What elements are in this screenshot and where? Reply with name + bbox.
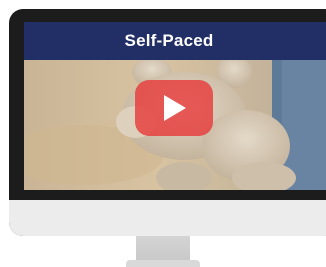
monitor-chin	[9, 200, 326, 236]
play-button[interactable]	[135, 80, 213, 136]
monitor-stand-base	[126, 260, 200, 267]
video-player[interactable]	[24, 60, 326, 190]
play-icon	[164, 95, 186, 121]
monitor-stand-neck	[136, 236, 190, 262]
video-title: Self-Paced	[124, 31, 214, 50]
title-bar: Self-Paced	[24, 22, 326, 60]
monitor-screen: Self-Paced	[24, 22, 326, 190]
